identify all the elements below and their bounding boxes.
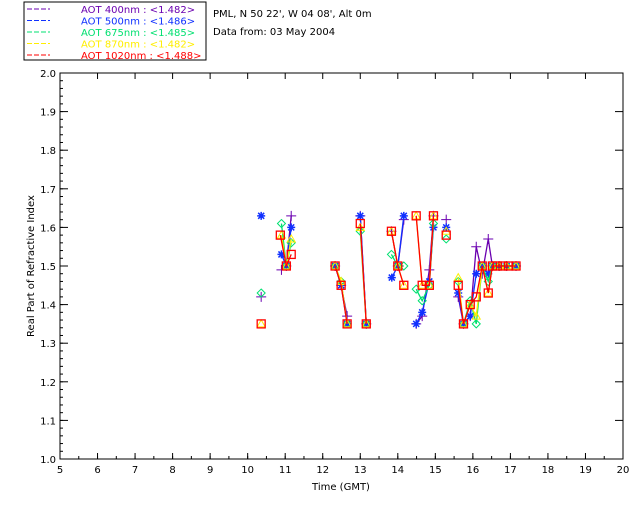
data-point-asterisk (399, 211, 408, 220)
y-axis-label: Real Part of Refractive Index (26, 195, 37, 337)
x-axis-label: Time (GMT) (311, 482, 370, 493)
x-tick-label: 10 (241, 465, 254, 476)
x-tick-label: 18 (542, 465, 555, 476)
legend-label: AOT 500nm : <1.486> (81, 17, 195, 28)
data-point-plus (286, 210, 297, 221)
refractive-index-chart: AOT 400nm : <1.482>AOT 500nm : <1.486>AO… (23, 1, 630, 493)
legend-label: AOT 1020nm : <1.488> (81, 51, 201, 62)
x-tick-label: 11 (279, 465, 292, 476)
data-point-asterisk (287, 223, 296, 232)
y-tick-label: 1.5 (40, 262, 56, 273)
x-tick-label: 15 (429, 465, 442, 476)
data-point-asterisk (257, 211, 266, 220)
x-tick-label: 9 (207, 465, 213, 476)
x-tick-label: 8 (169, 465, 175, 476)
y-tick-label: 1.8 (40, 146, 56, 157)
y-tick-label: 1.3 (40, 339, 56, 350)
data-point-plus (471, 241, 482, 252)
y-tick-label: 1.1 (40, 416, 56, 427)
y-tick-label: 1.6 (40, 223, 56, 234)
x-tick-label: 13 (354, 465, 367, 476)
y-tick-label: 2.0 (40, 69, 56, 80)
data-point-triangle (256, 318, 267, 328)
chart-container: AOT 400nm : <1.482> AOT 500nm : <1.486> AO… (0, 0, 640, 512)
legend-label: AOT 675nm : <1.485> (81, 28, 195, 39)
data-point-asterisk (356, 211, 365, 220)
series-line (359, 223, 367, 324)
data-point-asterisk (387, 273, 396, 282)
legend-label: AOT 870nm : <1.482> (81, 40, 195, 51)
y-tick-label: 1.9 (40, 108, 56, 119)
data-point-asterisk (454, 289, 463, 298)
series-4 (256, 211, 521, 329)
x-tick-label: 17 (504, 465, 517, 476)
x-tick-label: 16 (466, 465, 479, 476)
x-tick-label: 6 (94, 465, 100, 476)
x-tick-label: 20 (617, 465, 630, 476)
data-point-asterisk (412, 319, 421, 328)
plot-frame (59, 72, 624, 460)
date-label: Data from: 03 May 2004 (213, 27, 335, 38)
data-point-plus (483, 233, 494, 244)
data-point-asterisk (418, 308, 427, 317)
x-tick-label: 19 (579, 465, 592, 476)
data-point-plus (441, 214, 452, 225)
x-tick-label: 14 (391, 465, 404, 476)
x-tick-label: 12 (316, 465, 329, 476)
y-tick-label: 1.0 (40, 455, 56, 466)
legend-label: AOT 400nm : <1.482> (81, 5, 195, 16)
y-tick-label: 1.4 (40, 301, 56, 312)
x-tick-label: 7 (132, 465, 138, 476)
x-tick-label: 5 (57, 465, 63, 476)
y-tick-label: 1.2 (40, 378, 56, 389)
series-line (415, 215, 435, 286)
data-point-asterisk (472, 269, 481, 278)
y-tick-label: 1.7 (40, 185, 56, 196)
site-label: PML, N 50 22', W 04 08', Alt 0m (213, 9, 372, 20)
series-line (334, 265, 348, 324)
